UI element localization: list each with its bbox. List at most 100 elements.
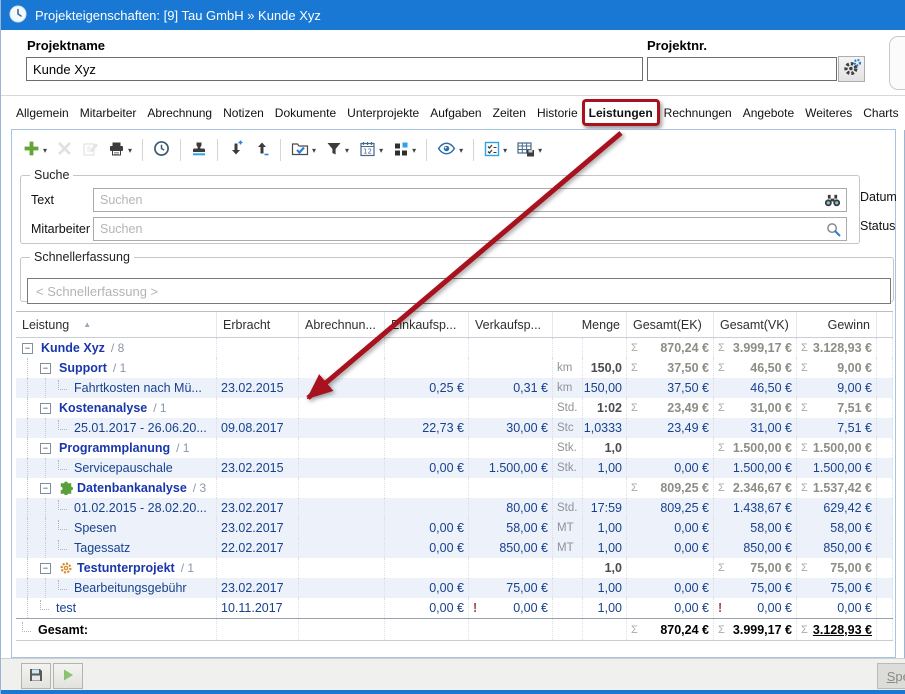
- table-row[interactable]: Bearbeitungsgebühr23.02.20170,00 €75,00 …: [16, 578, 893, 598]
- collapse-icon[interactable]: −: [40, 443, 51, 454]
- table-row[interactable]: Fahrtkosten nach Mü...23.02.20150,25 €0,…: [16, 378, 893, 398]
- table-row[interactable]: −Datenbankanalyse/ 3Σ809,25 €Σ2.346,67 €…: [16, 478, 893, 498]
- table-row[interactable]: Spesen23.02.20170,00 €58,00 €MT1,000,00 …: [16, 518, 893, 538]
- dropdown-caret-icon[interactable]: ▾: [459, 146, 463, 155]
- table-row[interactable]: Tagessatz22.02.20170,00 €850,00 €MT1,000…: [16, 538, 893, 558]
- erbracht-cell: 23.02.2017: [217, 518, 299, 538]
- table-row[interactable]: 25.01.2017 - 26.06.20...09.08.201722,73 …: [16, 418, 893, 438]
- dropdown-caret-icon[interactable]: ▾: [43, 146, 47, 155]
- dropdown-caret-icon[interactable]: ▾: [312, 146, 316, 155]
- column-header-gesamt-vk-[interactable]: Gesamt(VK): [714, 312, 797, 337]
- dropdown-caret-icon[interactable]: ▾: [503, 146, 507, 155]
- dropdown-caret-icon[interactable]: ▾: [345, 146, 349, 155]
- delete-button[interactable]: [53, 139, 76, 161]
- tab-abrechnung[interactable]: Abrechnung: [146, 102, 213, 124]
- table-row[interactable]: Servicepauschale23.02.20150,00 €1.500,00…: [16, 458, 893, 478]
- tab-historie[interactable]: Historie: [536, 102, 579, 124]
- text-search-input[interactable]: [94, 190, 819, 210]
- arrow-down-plus-button[interactable]: [224, 138, 248, 162]
- tab-unterprojekte[interactable]: Unterprojekte: [346, 102, 420, 124]
- leistung-cell: 01.02.2015 - 28.02.20...: [16, 498, 217, 518]
- column-header-blank[interactable]: [877, 312, 893, 337]
- collapse-icon[interactable]: −: [40, 563, 51, 574]
- tab-charts[interactable]: Charts: [862, 102, 899, 124]
- table-row[interactable]: −Kunde Xyz/ 8Σ870,24 €Σ3.999,17 €Σ3.128,…: [16, 338, 893, 358]
- money-value: 0,00 €: [429, 521, 464, 535]
- tab-allgemein[interactable]: Allgemein: [15, 102, 70, 124]
- table-row[interactable]: Gesamt:Σ870,24 €Σ3.999,17 €Σ3.128,93 €: [16, 618, 893, 641]
- dropdown-caret-icon[interactable]: ▾: [412, 146, 416, 155]
- collapse-icon[interactable]: −: [40, 363, 51, 374]
- checklist-button[interactable]: ▾: [480, 139, 511, 162]
- dropdown-caret-icon[interactable]: ▾: [379, 146, 383, 155]
- stamp-button[interactable]: [187, 139, 211, 162]
- table-row[interactable]: −Testunterprojekt/ 11,0Σ75,00 €Σ75,00 €: [16, 558, 893, 578]
- dropdown-caret-icon[interactable]: ▾: [538, 146, 542, 155]
- column-header-einkaufsp-[interactable]: Einkaufsp...: [385, 312, 469, 337]
- start-timer-button[interactable]: [53, 663, 83, 689]
- column-header-verkaufsp-[interactable]: Verkaufsp...: [469, 312, 553, 337]
- tab-aufgaben[interactable]: Aufgaben: [429, 102, 482, 124]
- binoculars-icon[interactable]: [819, 194, 846, 207]
- warning-icon: !: [718, 601, 722, 615]
- tab-mitarbeiter[interactable]: Mitarbeiter: [79, 102, 138, 124]
- column-header-abrechnun-[interactable]: Abrechnun...: [299, 312, 385, 337]
- collapse-icon[interactable]: −: [40, 483, 51, 494]
- table-row[interactable]: −Programmplanung/ 1Stk.1,0Σ1.500,00 €Σ1.…: [16, 438, 893, 458]
- eye-button[interactable]: ▾: [433, 139, 467, 161]
- column-header-gewinn[interactable]: Gewinn: [797, 312, 877, 337]
- blocks-button[interactable]: ▾: [389, 139, 420, 162]
- money-value: 3.999,17 €: [733, 623, 792, 637]
- speichern-button[interactable]: Speichern: [877, 663, 905, 689]
- table-row[interactable]: 01.02.2015 - 28.02.20...23.02.201780,00 …: [16, 498, 893, 518]
- magnifier-icon[interactable]: [821, 222, 846, 237]
- dropdown-caret-icon[interactable]: ▾: [128, 146, 132, 155]
- table-row[interactable]: −Kostenanalyse/ 1Std.1:02Σ23,49 €Σ31,00 …: [16, 398, 893, 418]
- quick-entry-input[interactable]: [27, 278, 891, 304]
- mitarbeiter-search-input[interactable]: [94, 219, 821, 239]
- column-header-erbracht[interactable]: Erbracht: [217, 312, 299, 337]
- money-value: 30,00 €: [506, 421, 548, 435]
- column-header-leistung[interactable]: Leistung▲: [16, 312, 217, 337]
- save-small-button[interactable]: [21, 663, 51, 689]
- projektnr-gear-button[interactable]: [838, 56, 865, 82]
- tab-zeiten[interactable]: Zeiten: [492, 102, 527, 124]
- sum-sigma-icon: Σ: [718, 402, 725, 414]
- abrechnung-cell: [299, 418, 385, 438]
- table-row[interactable]: test10.11.20170,00 €!0,00 €1,000,00 €!0,…: [16, 598, 893, 618]
- projektname-input[interactable]: [26, 57, 643, 81]
- filter-button[interactable]: ▾: [322, 139, 353, 162]
- gesamt-ek-cell: [627, 558, 714, 578]
- text-search-label: Text: [31, 193, 93, 207]
- collapse-icon[interactable]: −: [22, 343, 33, 354]
- print-button[interactable]: ▾: [104, 139, 136, 162]
- add-button[interactable]: ▾: [19, 138, 51, 162]
- edit-button[interactable]: [78, 139, 102, 162]
- stamp-icon: [191, 141, 207, 160]
- tab-notizen[interactable]: Notizen: [222, 102, 265, 124]
- tab-weiteres[interactable]: Weiteres: [804, 102, 853, 124]
- calendar-button[interactable]: 12▾: [355, 139, 387, 162]
- table-body: −Kunde Xyz/ 8Σ870,24 €Σ3.999,17 €Σ3.128,…: [16, 338, 893, 641]
- menge-unit-cell: [553, 578, 583, 598]
- table-save-button[interactable]: ▾: [513, 139, 546, 162]
- folder-check-button[interactable]: ▾: [287, 139, 320, 162]
- tab-leistungen[interactable]: Leistungen: [588, 102, 654, 124]
- tab-dokumente[interactable]: Dokumente: [274, 102, 337, 124]
- column-header-gesamt-ek-[interactable]: Gesamt(EK): [627, 312, 714, 337]
- tab-angebote[interactable]: Angebote: [742, 102, 795, 124]
- projektnr-input[interactable]: [647, 57, 837, 81]
- menge-unit-cell: Stk.: [553, 438, 583, 458]
- tab-content-panel: ▾▾▾▾12▾▾▾▾▾ Suche Text Mitarbeiter Datum…: [11, 129, 896, 658]
- timer-button[interactable]: [149, 138, 174, 162]
- search-group: Suche Text Mitarbeiter: [20, 168, 860, 244]
- window-bottom-accent: [1, 690, 905, 694]
- money-value: 1.500,00 €: [813, 441, 872, 455]
- table-row[interactable]: −Support/ 1km150,0Σ37,50 €Σ46,50 €Σ9,00 …: [16, 358, 893, 378]
- column-header-menge[interactable]: Menge: [553, 312, 627, 337]
- erbracht-cell: [217, 478, 299, 498]
- collapse-icon[interactable]: −: [40, 403, 51, 414]
- verkaufspreis-cell: [469, 438, 553, 458]
- tab-rechnungen[interactable]: Rechnungen: [663, 102, 733, 124]
- arrow-up-minus-button[interactable]: [250, 138, 274, 162]
